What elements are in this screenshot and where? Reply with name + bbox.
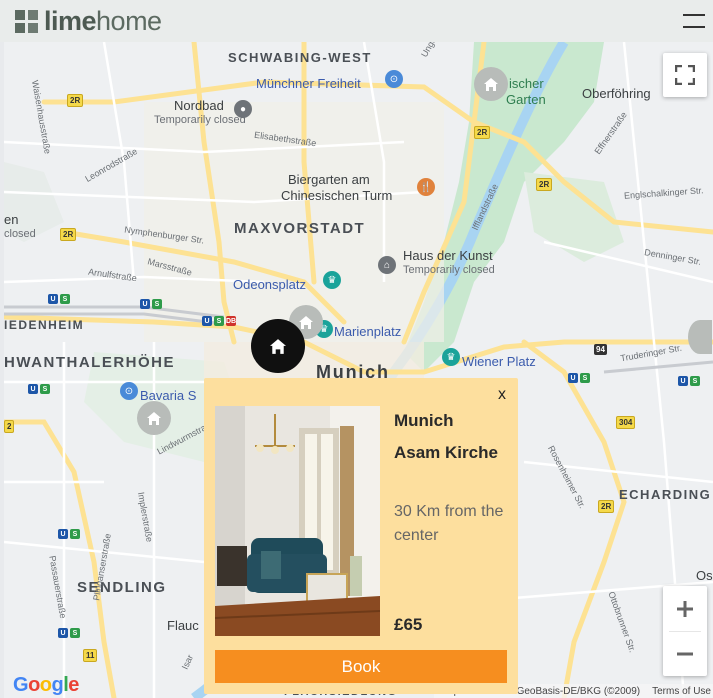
poi-label: Odeonsplatz	[233, 277, 306, 292]
poi-status: Temporarily closed	[403, 264, 495, 276]
poi-status: Temporarily closed	[154, 114, 246, 126]
poi-label: Münchner Freiheit	[256, 76, 361, 91]
road-shield: 2R	[536, 178, 553, 191]
book-button[interactable]: Book	[215, 650, 507, 683]
landmark-icon[interactable]: ♛	[323, 271, 341, 289]
poi-label: Chinesischen Turm	[281, 188, 393, 203]
road-shield: 11	[83, 649, 98, 662]
fullscreen-button[interactable]	[663, 53, 707, 97]
poi-label: Os	[696, 568, 713, 583]
road-shield: 2R	[598, 500, 615, 513]
property-card: x Munich Asam Kirche 30 Km from the cent…	[204, 378, 518, 694]
poi-label: Nordbad	[174, 98, 224, 113]
transit-station-icon[interactable]: US	[140, 299, 162, 309]
poi-label: Flauc	[167, 618, 199, 633]
district-label: SENDLING	[77, 579, 167, 596]
road-shield: 304	[616, 416, 636, 429]
subway-icon[interactable]: ⊙	[385, 70, 403, 88]
transit-station-icon[interactable]: US	[48, 294, 70, 304]
museum-icon[interactable]: ⌂	[378, 256, 396, 274]
district-label: MAXVORSTADT	[234, 220, 366, 237]
restaurant-icon[interactable]: 🍴	[417, 178, 435, 196]
road-shield: 2R	[60, 228, 77, 241]
property-name: Asam Kirche	[394, 443, 498, 462]
property-distance: 30 Km from the center	[394, 503, 504, 544]
district-label: IEDENHEIM	[4, 318, 85, 332]
poi-label: Marienplatz	[334, 324, 402, 339]
zoom-in-button[interactable]	[663, 586, 707, 631]
district-label: ECHARDING	[619, 487, 712, 502]
transit-station-icon[interactable]: US	[58, 628, 80, 638]
property-marker[interactable]	[688, 320, 712, 354]
property-marker[interactable]	[474, 67, 508, 101]
home-icon	[484, 77, 498, 91]
selected-property-marker[interactable]	[251, 319, 305, 373]
poi-label: Haus der Kunst	[403, 248, 493, 263]
zoom-control	[663, 586, 707, 676]
app-header: limehome	[0, 0, 713, 42]
property-marker[interactable]	[137, 401, 171, 435]
transit-station-icon[interactable]: U S DB	[202, 316, 236, 326]
logo-mark-icon	[15, 9, 38, 33]
district-label: SCHWABING-WEST	[228, 50, 372, 65]
camera-icon[interactable]: ⊙	[120, 382, 138, 400]
road-shield: 2R	[67, 94, 84, 107]
limehome-logo[interactable]: limehome	[15, 6, 162, 37]
poi-status: closed	[4, 228, 36, 240]
poi-label: Wiener Platz	[462, 354, 536, 369]
fullscreen-icon	[675, 65, 695, 85]
poi-pin-icon[interactable]: ●	[234, 100, 252, 118]
property-photo[interactable]	[215, 406, 380, 636]
poi-label: Oberföhring	[582, 86, 651, 101]
plus-icon	[677, 600, 693, 617]
road-shield: 94	[594, 344, 607, 355]
transit-station-icon[interactable]: US	[678, 376, 700, 386]
minus-icon	[677, 652, 693, 655]
zoom-out-button[interactable]	[663, 631, 707, 676]
road-shield: 2	[4, 420, 15, 433]
property-city: Munich	[394, 411, 454, 430]
property-price: £65	[394, 615, 423, 634]
road-shield: 2R	[474, 126, 491, 139]
apartment-image	[215, 406, 380, 636]
transit-station-icon[interactable]: US	[28, 384, 50, 394]
district-label: HWANTHALERHÖHE	[4, 354, 175, 371]
poi-label: en	[4, 212, 19, 227]
home-icon	[299, 315, 313, 329]
poi-label: ischer	[509, 76, 544, 91]
close-button[interactable]: x	[498, 386, 506, 404]
transit-station-icon[interactable]: US	[58, 529, 80, 539]
home-icon	[270, 338, 286, 354]
transit-station-icon[interactable]: US	[568, 373, 590, 383]
logo-wordmark: limehome	[44, 5, 162, 36]
google-logo[interactable]: Google	[13, 674, 79, 697]
poi-label: Biergarten am	[288, 172, 370, 187]
home-icon	[147, 411, 161, 425]
poi-label: Garten	[506, 92, 546, 107]
terms-link[interactable]: Terms of Use	[652, 686, 711, 697]
hamburger-menu-icon[interactable]	[683, 14, 705, 28]
landmark-icon[interactable]: ♛	[442, 348, 460, 366]
